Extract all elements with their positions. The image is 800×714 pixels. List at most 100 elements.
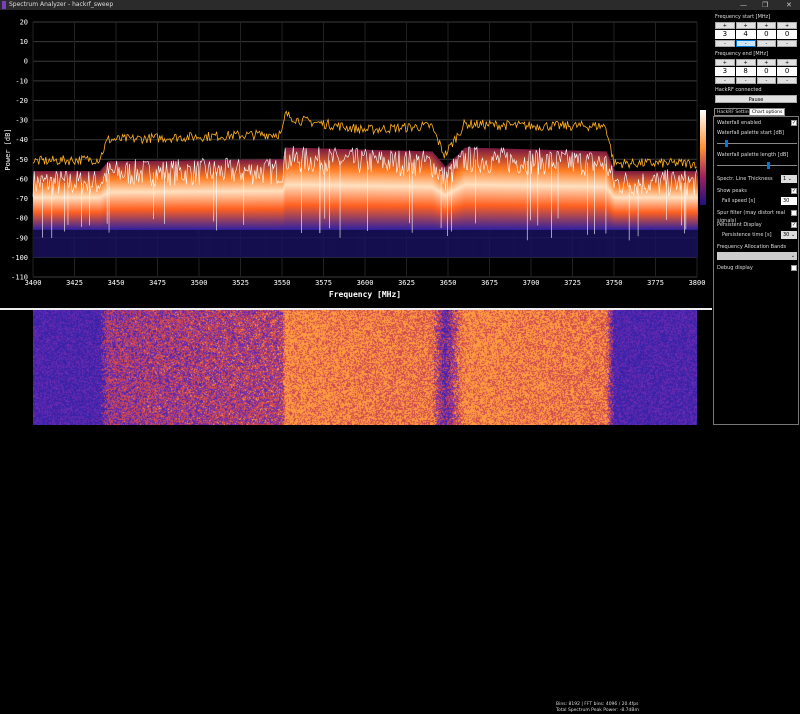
line-thickness-label: Spectr. Line Thickness <box>717 176 773 182</box>
debug-label: Debug display <box>717 265 753 271</box>
spur-filter-row[interactable]: Spur filter (may distort real signals) <box>717 209 797 224</box>
freq-end-plus-1[interactable]: + <box>715 59 735 66</box>
persistent-row[interactable]: Persistent Display ✓ <box>717 221 797 229</box>
freq-end-digit-1[interactable]: 3 <box>715 67 735 76</box>
minimize-button[interactable]: — <box>740 0 747 10</box>
x-tick-label: 3575 <box>315 279 332 287</box>
chevron-down-icon: ⌄ <box>790 232 796 238</box>
waterfall-enabled-row[interactable]: Waterfall enabled ✓ <box>717 119 797 127</box>
freq-start-plus-3[interactable]: + <box>756 22 777 29</box>
palette-start-slider[interactable] <box>717 140 797 147</box>
freq-end-digit-3[interactable]: 0 <box>756 67 777 76</box>
tab-chart-options[interactable]: Chart options <box>749 108 786 116</box>
line-thickness-value: 1 <box>783 176 787 182</box>
y-tick-label: -100 <box>11 254 28 262</box>
spectrum-svg: 20100-10-20-30-40-50-60-70-80-90-100-110… <box>4 19 706 299</box>
x-tick-label: 3600 <box>357 279 374 287</box>
y-tick-label: -70 <box>15 195 28 203</box>
persistence-band <box>696 171 698 230</box>
freq-start-plus-1[interactable]: + <box>715 22 735 29</box>
freq-start-digit-1[interactable]: 3 <box>715 30 735 39</box>
window-title: Spectrum Analyzer - hackrf_sweep <box>9 1 114 8</box>
freq-start-minus-4[interactable]: - <box>777 40 797 47</box>
y-tick-label: 0 <box>24 58 28 66</box>
connection-status: HackRF connected <box>715 87 762 93</box>
debug-checkbox[interactable] <box>791 265 797 271</box>
x-tick-label: 3475 <box>149 279 166 287</box>
y-tick-label: -20 <box>15 97 28 105</box>
maximize-button[interactable]: ❐ <box>762 0 768 10</box>
fall-speed-label: Fall speed [s] <box>722 198 756 204</box>
freq-start-plus-2[interactable]: + <box>735 22 756 29</box>
x-tick-label: 3650 <box>440 279 457 287</box>
freq-end-minus-2[interactable]: - <box>735 77 756 84</box>
x-tick-label: 3725 <box>564 279 581 287</box>
line-thickness-select[interactable]: 1 ⌄ <box>781 175 797 183</box>
x-tick-label: 3700 <box>523 279 540 287</box>
y-tick-label: -40 <box>15 136 28 144</box>
pause-button[interactable]: Pause <box>715 95 797 103</box>
x-tick-label: 3500 <box>191 279 208 287</box>
show-peaks-label: Show peaks <box>717 188 747 194</box>
palette-length-thumb[interactable] <box>767 162 771 169</box>
waterfall-enabled-label: Waterfall enabled <box>717 120 762 126</box>
freq-end-plus-2[interactable]: + <box>735 59 756 66</box>
persistent-label: Persistent Display <box>717 222 762 228</box>
palette-length-label: Waterfall palette length [dB] <box>717 152 789 158</box>
freq-start-minus-2[interactable]: - <box>735 40 756 47</box>
freq-start-digit-4[interactable]: 0 <box>777 30 797 39</box>
y-tick-label: -50 <box>15 156 28 164</box>
y-axis-label: Power [dB] <box>4 128 12 170</box>
spur-filter-checkbox[interactable] <box>791 210 797 216</box>
noise-floor-band <box>696 229 698 258</box>
palette-length-slider[interactable] <box>717 162 797 169</box>
freq-start-minus-1[interactable]: - <box>715 40 735 47</box>
alloc-bands-label: Frequency Allocation Bands <box>717 244 787 250</box>
fall-speed-spinbox[interactable]: 30 <box>781 197 797 205</box>
palette-start-label: Waterfall palette start [dB] <box>717 130 785 136</box>
freq-end-digits: 3 8 0 0 <box>715 67 797 76</box>
freq-end-minus-1[interactable]: - <box>715 77 735 84</box>
freq-end-plus-row: + + + + <box>715 59 797 66</box>
x-tick-label: 3400 <box>25 279 42 287</box>
x-tick-label: 3800 <box>689 279 706 287</box>
y-tick-label: 10 <box>20 38 28 46</box>
freq-end-minus-3[interactable]: - <box>756 77 777 84</box>
freq-end-digit-2[interactable]: 8 <box>735 67 756 76</box>
persistence-time-row: Persistence time [s] 30 ⌄ <box>722 231 797 239</box>
app-logo-icon <box>2 1 6 9</box>
freq-start-label: Frequency start [MHz] <box>715 14 771 20</box>
freq-start-plus-4[interactable]: + <box>777 22 797 29</box>
x-tick-label: 3525 <box>232 279 249 287</box>
chevron-down-icon: ⌄ <box>790 253 795 259</box>
freq-start-digit-2[interactable]: 4 <box>735 30 756 39</box>
persistent-checkbox[interactable]: ✓ <box>791 222 797 228</box>
debug-row[interactable]: Debug display <box>717 264 797 272</box>
freq-end-plus-3[interactable]: + <box>756 59 777 66</box>
freq-end-plus-4[interactable]: + <box>777 59 797 66</box>
palette-start-thumb[interactable] <box>724 140 728 147</box>
freq-end-minus-4[interactable]: - <box>777 77 797 84</box>
freq-start-digits: 3 4 0 0 <box>715 30 797 39</box>
freq-start-digit-3[interactable]: 0 <box>756 30 777 39</box>
waterfall-enabled-checkbox[interactable]: ✓ <box>791 120 797 126</box>
alloc-bands-select[interactable]: ⌄ <box>717 252 797 260</box>
persistence-time-select[interactable]: 30 ⌄ <box>781 231 797 239</box>
x-tick-label: 3775 <box>647 279 664 287</box>
x-tick-label: 3550 <box>274 279 291 287</box>
y-tick-label: -90 <box>15 234 28 242</box>
spectrum-chart[interactable]: 20 10 0 -10 -20 -30 -40 -50 -60 -70 -80 -90 -100 -110… <box>0 10 712 310</box>
y-tick-label: 20 <box>20 19 28 27</box>
persistence-time-label: Persistence time [s] <box>722 232 772 238</box>
stats-overlay: Bins: 8192 | FFT bins: 4096 / 20.4fps To… <box>556 702 639 714</box>
line-thickness-row: Spectr. Line Thickness 1 ⌄ <box>717 175 797 183</box>
y-tick-label: -30 <box>15 117 28 125</box>
freq-end-digit-4[interactable]: 0 <box>777 67 797 76</box>
show-peaks-row[interactable]: Show peaks ✓ <box>717 187 797 195</box>
freq-start-minus-3[interactable]: - <box>756 40 777 47</box>
persistence-time-value: 30 <box>783 232 790 238</box>
y-tick-label: -60 <box>15 175 28 183</box>
show-peaks-checkbox[interactable]: ✓ <box>791 188 797 194</box>
title-bar: Spectrum Analyzer - hackrf_sweep — ❐ ✕ <box>0 0 800 10</box>
close-button[interactable]: ✕ <box>786 0 792 10</box>
